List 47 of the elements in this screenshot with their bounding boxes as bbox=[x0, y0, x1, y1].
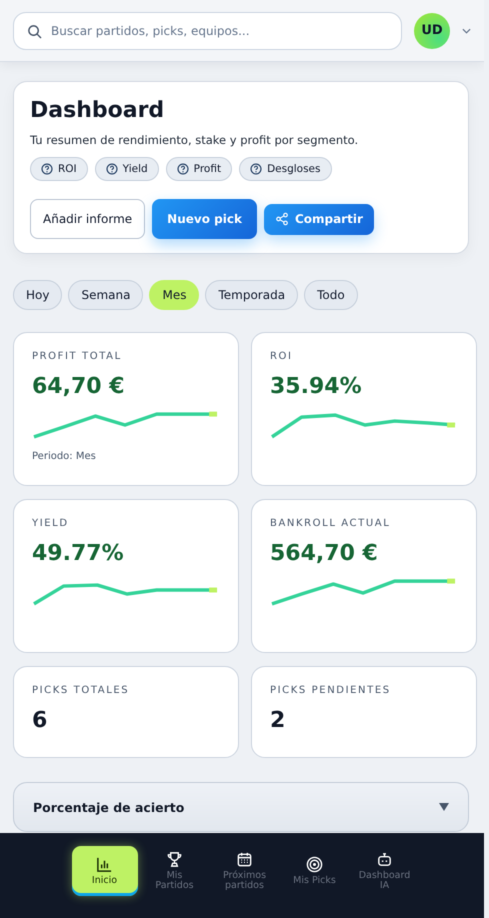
user-avatar[interactable]: UD bbox=[414, 12, 450, 48]
period-tab[interactable]: Hoy bbox=[13, 280, 62, 310]
period-note: Periodo: Mes bbox=[32, 451, 97, 462]
stat-label: YIELD bbox=[32, 518, 70, 529]
help-icon bbox=[250, 163, 262, 175]
help-icon bbox=[106, 163, 118, 175]
help-chip[interactable]: Yield bbox=[94, 157, 159, 181]
nav-item[interactable]: Próximos partidos bbox=[212, 846, 278, 896]
stat-value: 64,70 € bbox=[32, 374, 126, 399]
page-title: Dashboard bbox=[30, 98, 166, 123]
stat-value: 564,70 € bbox=[270, 541, 379, 566]
stat-label: ROI bbox=[270, 351, 294, 362]
period-tab[interactable]: Todo bbox=[304, 280, 358, 310]
stat-value: 6 bbox=[32, 708, 48, 733]
help-chip[interactable]: Desgloses bbox=[239, 157, 332, 181]
accordion-header[interactable]: Porcentaje de acierto bbox=[13, 782, 469, 832]
add-report-button[interactable]: Añadir informe bbox=[30, 199, 146, 239]
help-icon bbox=[41, 163, 53, 175]
share-icon bbox=[274, 212, 289, 226]
bar-chart-icon bbox=[96, 856, 113, 873]
stat-value: 35.94% bbox=[270, 374, 363, 399]
nav-item[interactable]: Mis Partidos bbox=[142, 846, 208, 896]
stat-label: PICKS PENDIENTES bbox=[270, 685, 392, 696]
stat-label: BANKROLL ACTUAL bbox=[270, 518, 392, 529]
nav-item[interactable]: Dashboard IA bbox=[352, 846, 418, 896]
robot-icon bbox=[376, 850, 393, 868]
page-subtitle: Tu resumen de rendimiento, stake y profit por segmento. bbox=[30, 133, 360, 147]
search-field[interactable]: Buscar partidos, picks, equipos... bbox=[13, 12, 402, 50]
period-tab[interactable]: Mes bbox=[149, 280, 200, 310]
stat-value: 49.77% bbox=[32, 541, 125, 566]
nav-item[interactable]: Mis Picks bbox=[282, 846, 348, 896]
trophy-icon bbox=[166, 850, 183, 868]
new-pick-button[interactable]: Nuevo pick bbox=[152, 199, 257, 239]
stat-label: PICKS TOTALES bbox=[32, 685, 130, 696]
help-icon bbox=[176, 163, 189, 175]
target-icon bbox=[306, 856, 323, 873]
help-chip[interactable]: ROI bbox=[30, 157, 88, 181]
stat-label: PROFIT TOTAL bbox=[32, 351, 123, 362]
share-button[interactable]: Compartir bbox=[264, 204, 374, 234]
nav-item[interactable]: Inicio bbox=[72, 846, 138, 896]
triangle-down-icon bbox=[439, 803, 449, 811]
period-tab[interactable]: Temporada bbox=[205, 280, 298, 310]
calendar-icon bbox=[236, 850, 253, 868]
chevron-down-icon bbox=[462, 28, 471, 34]
help-chip[interactable]: Profit bbox=[166, 157, 232, 181]
stat-value: 2 bbox=[270, 708, 286, 733]
period-tab[interactable]: Semana bbox=[68, 280, 144, 310]
